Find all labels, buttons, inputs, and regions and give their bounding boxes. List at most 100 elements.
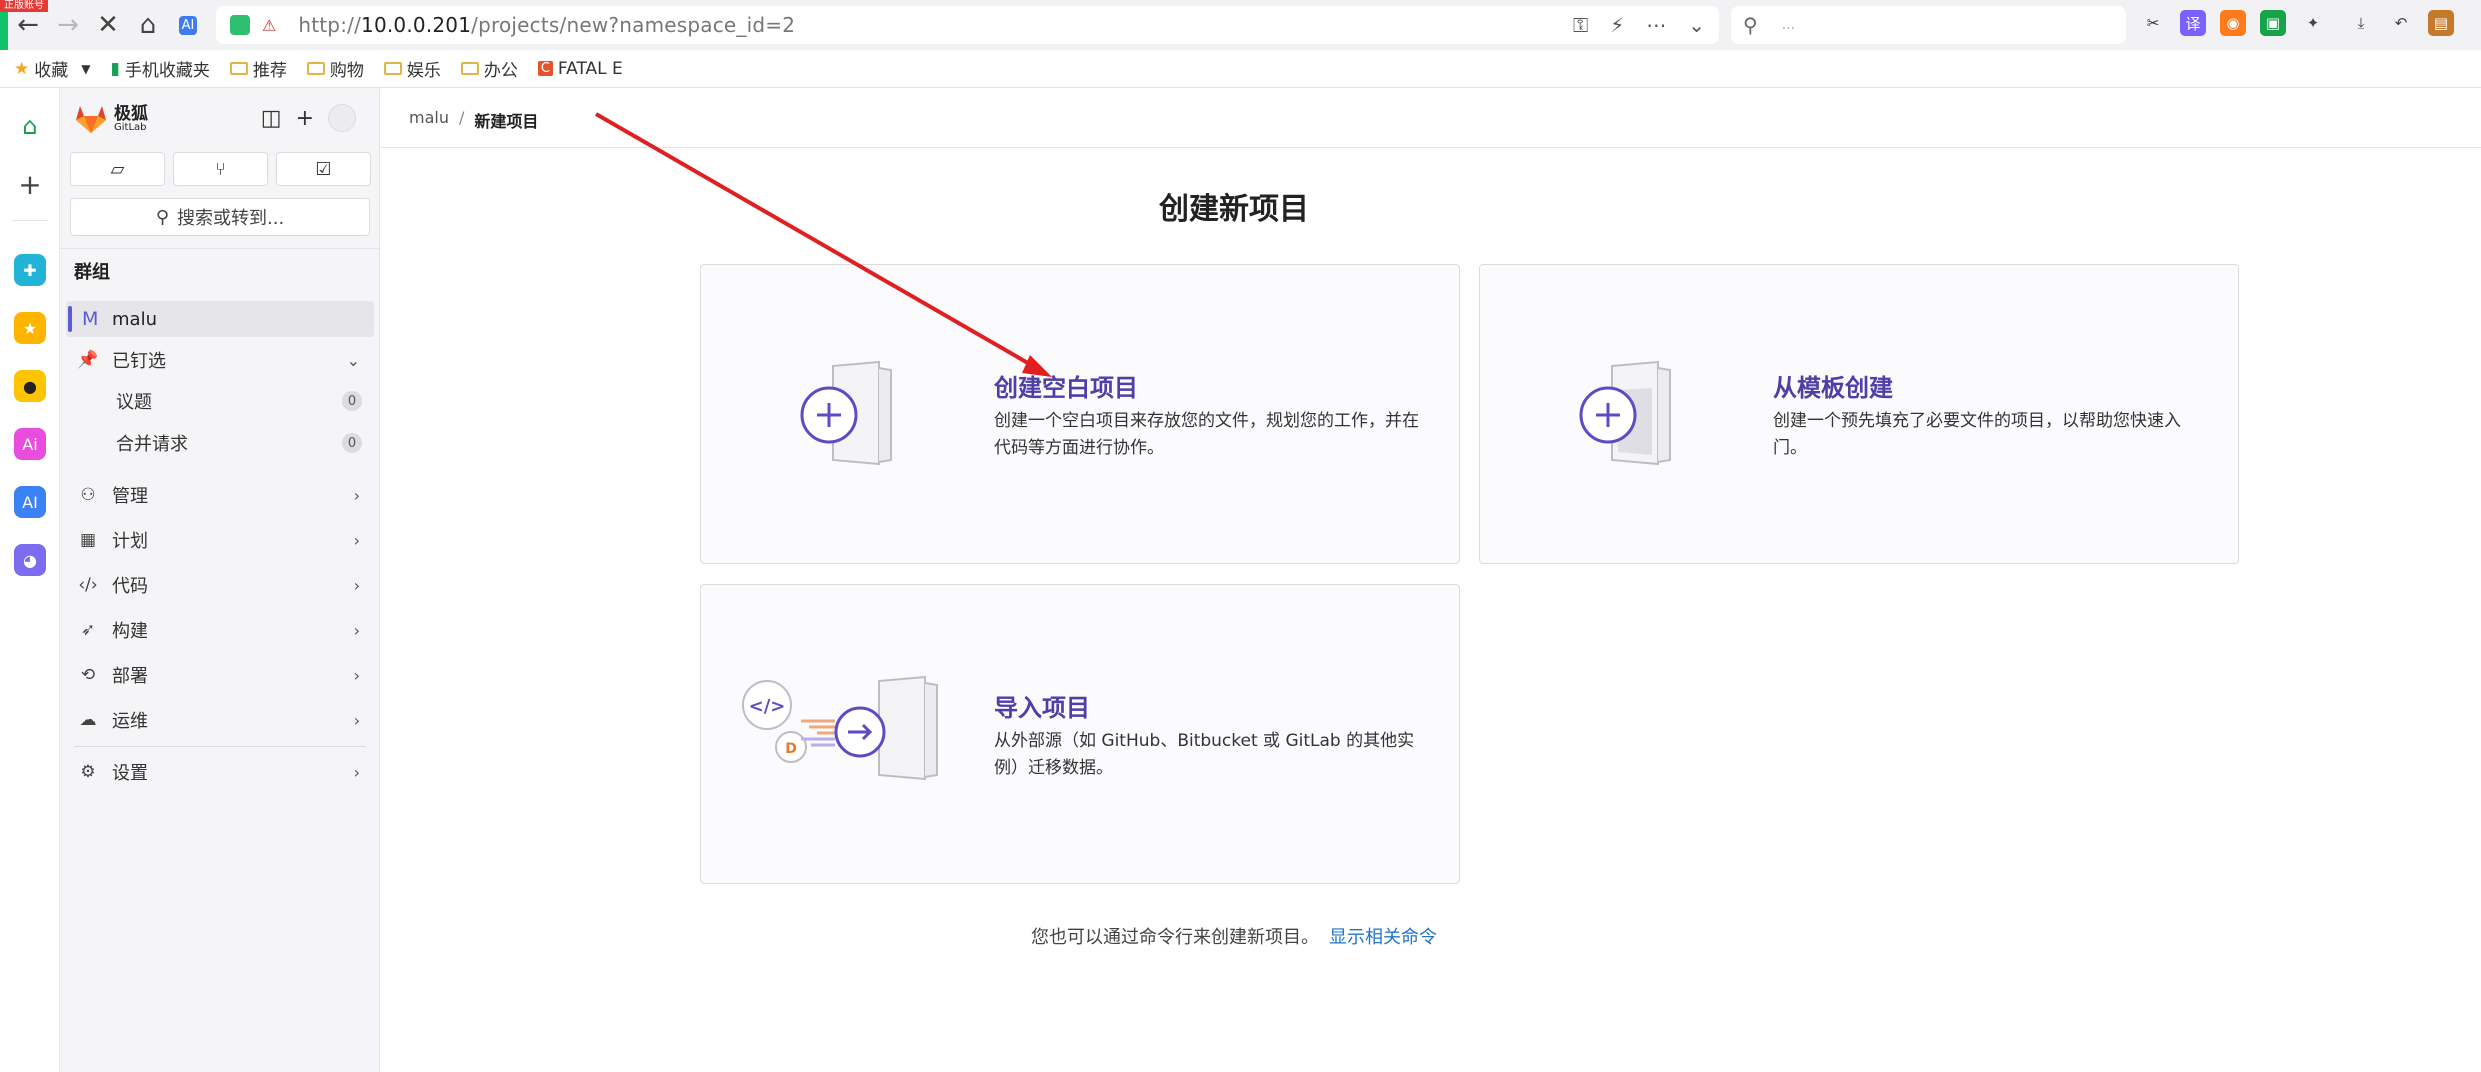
breadcrumb: malu / 新建项目: [409, 108, 539, 132]
folder-icon: [383, 62, 402, 75]
brand: 极狐 GitLab: [114, 103, 148, 133]
svg-text:</>: </>: [749, 696, 786, 717]
home-icon[interactable]: ⌂: [14, 110, 46, 142]
bookmark-folder[interactable]: 娱乐: [383, 56, 441, 81]
cli-note: 您也可以通过命令行来创建新项目。 显示相关命令: [1031, 927, 1437, 948]
gear-icon: ⚙: [80, 762, 96, 782]
key-icon[interactable]: ⚿: [1573, 13, 1588, 37]
todos-button[interactable]: ☑: [276, 152, 371, 186]
app-cross-icon[interactable]: ✚: [14, 254, 46, 286]
ai-app-icon[interactable]: Ai: [14, 428, 46, 460]
pinned-toggle[interactable]: 📌 已钉选 ⌄: [66, 342, 374, 378]
count-badge: 0: [342, 433, 362, 453]
folder-icon: [229, 62, 248, 75]
browser-search[interactable]: ⚲ ...: [1731, 6, 2126, 44]
sidebar-item-deploy[interactable]: ⟲ 部署 ›: [66, 657, 374, 693]
search-or-go-to-button[interactable]: ⚲ 搜索或转到...: [70, 198, 370, 236]
context-group-malu[interactable]: M malu: [66, 301, 374, 337]
create-blank-project-card[interactable]: 创建空白项目 创建一个空白项目来存放您的文件，规划您的工作，并在代码等方面进行协…: [700, 264, 1460, 564]
reader-icon[interactable]: ▣: [2260, 10, 2286, 36]
chevron-right-icon: ›: [353, 620, 360, 640]
chevron-down-icon: ⌄: [346, 350, 360, 370]
sidebar-item-build[interactable]: ➶ 构建 ›: [66, 612, 374, 648]
puzzle-icon[interactable]: ✦: [2300, 10, 2326, 36]
group-label: malu: [112, 308, 157, 330]
breadcrumb-group[interactable]: malu: [409, 108, 449, 132]
sidebar-item-code[interactable]: ‹/› 代码 ›: [66, 567, 374, 603]
user-avatar[interactable]: [328, 104, 356, 132]
bot-icon[interactable]: ◕: [14, 544, 46, 576]
briefcase-icon[interactable]: ▤: [2428, 10, 2454, 36]
bookmark-mobile[interactable]: ▮ 手机收藏夹: [110, 56, 209, 82]
chevron-right-icon: ›: [353, 665, 360, 685]
stop-icon[interactable]: ✕: [88, 5, 128, 45]
sidebar-header: 极狐 GitLab ◫ +: [74, 102, 364, 136]
gitlab-sidebar: 极狐 GitLab ◫ + ▱ ⑂ ☑ ⚲ 搜索或转到... 群组 M malu: [60, 88, 380, 1072]
show-commands-link[interactable]: 显示相关命令: [1329, 927, 1437, 948]
page-title: 创建新项目: [1159, 192, 1309, 227]
create-from-template-card[interactable]: 从模板创建 创建一个预先填充了必要文件的项目，以帮助您快速入门。: [1479, 264, 2239, 564]
svg-text:D: D: [785, 741, 797, 757]
shield-icon: [230, 15, 250, 35]
bookmark-fatal[interactable]: C FATAL E: [537, 59, 623, 79]
sidebar-toggle-icon[interactable]: ◫: [261, 106, 282, 131]
account-badge: 正版账号: [0, 0, 48, 12]
brand-name: 极狐: [114, 103, 148, 124]
ai-assistant-icon[interactable]: AI: [14, 486, 46, 518]
robot-icon[interactable]: ●: [14, 370, 46, 402]
issues-icon: ▱: [110, 158, 125, 180]
calendar-icon: ▦: [79, 530, 97, 550]
bookmark-favorites[interactable]: ★ 收藏 ▼: [14, 56, 91, 82]
card-title: 创建空白项目: [994, 374, 1138, 402]
bookmark-folder[interactable]: 推荐: [229, 56, 287, 81]
lightning-icon[interactable]: ⚡: [1610, 13, 1624, 37]
cloud-icon: ☁: [79, 710, 97, 730]
plus-icon[interactable]: +: [14, 168, 46, 201]
import-project-card[interactable]: </> D 导入项目 从外部源（如 GitHub、Bitbucket 或 Git…: [700, 584, 1460, 884]
insecure-icon[interactable]: ⚠: [262, 16, 276, 35]
card-description: 创建一个空白项目来存放您的文件，规划您的工作，并在代码等方面进行协作。: [994, 411, 1419, 458]
group-avatar: M: [82, 308, 99, 330]
gitlab-logo-icon[interactable]: [74, 104, 108, 134]
create-new-icon[interactable]: +: [296, 106, 314, 131]
users-icon: ⚇: [80, 485, 96, 505]
address-bar[interactable]: ⚠ http://10.0.0.201/projects/new?namespa…: [216, 6, 1719, 44]
bookmark-folder[interactable]: 办公: [460, 56, 518, 81]
pinned-item-issues[interactable]: 议题 0: [66, 384, 374, 418]
pinned-item-merge-requests[interactable]: 合并请求 0: [66, 426, 374, 460]
ai-extension-icon[interactable]: AI: [168, 5, 208, 45]
quick-actions: ▱ ⑂ ☑: [70, 152, 371, 186]
merge-requests-button[interactable]: ⑂: [173, 152, 268, 186]
card-title: 导入项目: [994, 694, 1090, 722]
chevron-down-icon[interactable]: ⌄: [1688, 13, 1705, 37]
home-icon[interactable]: ⌂: [128, 5, 168, 45]
forward-icon[interactable]: →: [48, 5, 88, 45]
translate-icon[interactable]: 译: [2180, 10, 2206, 36]
sidebar-item-plan[interactable]: ▦ 计划 ›: [66, 522, 374, 558]
chevron-right-icon: ›: [353, 762, 360, 782]
scissors-icon[interactable]: ✂: [2140, 10, 2166, 36]
pin-icon: 📌: [77, 350, 99, 370]
chevron-right-icon: ›: [353, 485, 360, 505]
issues-button[interactable]: ▱: [70, 152, 165, 186]
url-text[interactable]: http://10.0.0.201/projects/new?namespace…: [298, 13, 795, 37]
sidebar-item-settings[interactable]: ⚙ 设置 ›: [66, 754, 374, 790]
more-icon[interactable]: ⋯: [1646, 13, 1666, 37]
blank-project-illustration-icon: [800, 360, 892, 466]
template-illustration-icon: [1579, 360, 1671, 466]
todo-icon: ☑: [315, 158, 332, 180]
sidebar-item-manage[interactable]: ⚇ 管理 ›: [66, 477, 374, 513]
rocket-icon: ➶: [80, 620, 96, 640]
brand-sub: GitLab: [114, 121, 147, 133]
game-icon[interactable]: ◉: [2220, 10, 2246, 36]
undo-icon[interactable]: ↶: [2388, 10, 2414, 36]
sidebar-item-operate[interactable]: ☁ 运维 ›: [66, 702, 374, 738]
bookmark-folder[interactable]: 购物: [306, 56, 364, 81]
breadcrumb-current[interactable]: 新建项目: [474, 108, 538, 132]
download-icon[interactable]: ⤓: [2348, 10, 2374, 36]
chevron-right-icon: ›: [353, 710, 360, 730]
star-app-icon[interactable]: ★: [14, 312, 46, 344]
caret-down-icon: ▼: [81, 61, 91, 76]
card-description: 创建一个预先填充了必要文件的项目，以帮助您快速入门。: [1773, 411, 2181, 458]
search-label: 搜索或转到...: [177, 208, 285, 229]
